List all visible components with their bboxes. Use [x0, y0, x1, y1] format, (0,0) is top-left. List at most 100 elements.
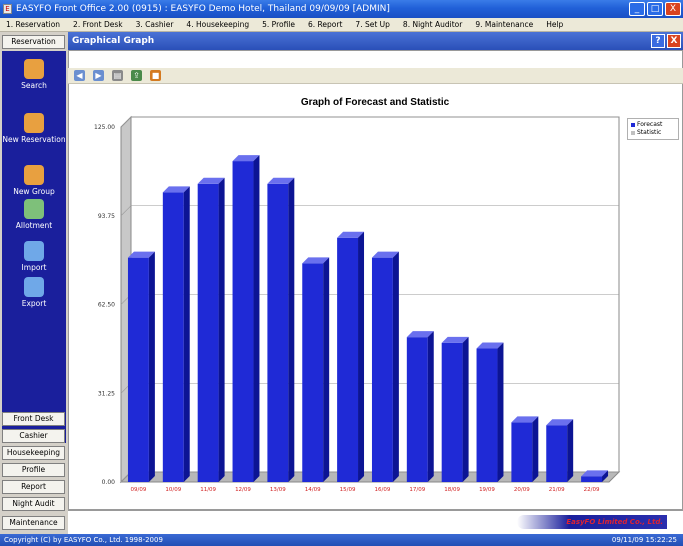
sidebar-button-maintenance[interactable]: Maintenance — [2, 516, 65, 530]
back-icon[interactable]: ◀ — [74, 70, 85, 81]
x-tick-label: 19/09 — [479, 487, 495, 493]
sidebar-item-label: Import — [21, 263, 47, 272]
export-icon — [24, 277, 44, 297]
x-tick-label: 18/09 — [444, 487, 460, 493]
bar — [546, 425, 568, 482]
menu-housekeeping[interactable]: 4. Housekeeping — [186, 20, 249, 29]
group-icon — [24, 165, 44, 185]
menu-setup[interactable]: 7. Set Up — [355, 20, 390, 29]
sidebar-reservation-button[interactable]: Reservation — [2, 35, 65, 49]
minimize-button[interactable]: _ — [629, 2, 645, 16]
x-tick-label: 22/09 — [584, 487, 600, 493]
close-icon[interactable]: ■ — [150, 70, 161, 81]
sidebar-item-export[interactable]: Export — [2, 277, 66, 309]
y-tick-label: 125.00 — [94, 124, 115, 131]
legend-swatch — [631, 131, 635, 135]
x-tick-label: 21/09 — [549, 487, 565, 493]
bar-side — [567, 419, 574, 482]
chart-area: Graph of Forecast and Statistic 0.00 31.2… — [69, 85, 681, 509]
export-icon[interactable]: ⇪ — [131, 70, 142, 81]
sidebar-item-label: New Group — [13, 187, 55, 196]
sidebar-item-search[interactable]: Search — [2, 59, 66, 91]
sidebar-button-profile[interactable]: Profile — [2, 463, 65, 477]
sidebar-button-cashier[interactable]: Cashier — [2, 429, 65, 443]
sidebar-item-label: Allotment — [15, 221, 53, 230]
bottom-panel: EasyFO Limited Co., Ltd. — [68, 510, 683, 534]
forward-icon[interactable]: ▶ — [93, 70, 104, 81]
y-tick-label: 31.25 — [98, 390, 115, 397]
window-title: EASYFO Front Office 2.00 (0915) : EASYFO… — [16, 4, 390, 14]
legend-item-statistic: Statistic — [631, 129, 675, 137]
bar — [232, 161, 254, 482]
bar — [371, 257, 393, 482]
menu-front-desk[interactable]: 2. Front Desk — [73, 20, 123, 29]
bar-side — [253, 155, 260, 482]
bar-side — [358, 231, 365, 482]
bar-side — [183, 186, 190, 482]
bar — [441, 342, 463, 482]
menu-reservation[interactable]: 1. Reservation — [6, 20, 60, 29]
legend-label: Statistic — [637, 129, 662, 136]
sidebar-button-night-audit[interactable]: Night Audit — [2, 497, 65, 511]
x-tick-label: 09/09 — [130, 487, 146, 493]
y-tick-label: 93.75 — [98, 213, 115, 220]
legend-item-forecast: Forecast — [631, 121, 675, 129]
copyright-text: Copyright (C) by EASYFO Co., Ltd. 1998-2… — [4, 536, 163, 544]
chart-toolbar: ◀ ▶ ▤ ⇪ ■ — [68, 68, 683, 84]
x-tick-label: 16/09 — [374, 487, 390, 493]
sidebar-button-report[interactable]: Report — [2, 480, 65, 494]
sidebar-item-label: Search — [21, 81, 47, 90]
y-tick-label: 0.00 — [102, 479, 116, 486]
window-controls: _ □ X — [629, 2, 681, 16]
menu-help[interactable]: Help — [546, 20, 563, 29]
person-add-icon — [24, 113, 44, 133]
bar-side — [392, 251, 399, 482]
panel-title: Graphical Graph — [72, 36, 155, 46]
bar-side — [462, 336, 469, 482]
chart-svg: 0.00 31.25 62.50 93.75 125.00 09/09 10/09 11/09… — [94, 115, 621, 493]
menu-profile[interactable]: 5. Profile — [262, 20, 295, 29]
sidebar-item-new-group[interactable]: New Group — [2, 165, 66, 197]
y-tick-label: 62.50 — [98, 302, 115, 309]
sidebar-item-allotment[interactable]: Allotment — [2, 199, 66, 231]
sidebar-item-new-reservation[interactable]: New Reservation — [2, 113, 66, 145]
panel-header: Graphical Graph ? X — [68, 32, 683, 50]
print-icon[interactable]: ▤ — [112, 70, 123, 81]
bar-side — [497, 342, 504, 482]
maximize-button[interactable]: □ — [647, 2, 663, 16]
bar-side — [532, 416, 539, 482]
x-tick-label: 12/09 — [235, 487, 251, 493]
x-tick-label: 15/09 — [340, 487, 356, 493]
x-tick-label: 10/09 — [165, 487, 181, 493]
bar — [337, 237, 359, 482]
menu-maintenance[interactable]: 9. Maintenance — [475, 20, 533, 29]
bar — [406, 337, 428, 482]
sidebar-button-front-desk[interactable]: Front Desk — [2, 412, 65, 426]
menu-night-auditor[interactable]: 8. Night Auditor — [403, 20, 462, 29]
panel-controls: ? X — [651, 34, 681, 48]
chart-floor — [119, 471, 621, 483]
x-tick-label: 17/09 — [409, 487, 425, 493]
import-icon — [24, 241, 44, 261]
company-logo: EasyFO Limited Co., Ltd. — [517, 515, 667, 529]
datetime-text: 09/11/09 15:22:25 — [611, 536, 677, 544]
bar-side — [323, 257, 330, 482]
bar — [127, 257, 149, 482]
status-bar: Copyright (C) by EASYFO Co., Ltd. 1998-2… — [0, 534, 683, 546]
close-button[interactable]: X — [665, 2, 681, 16]
sidebar-button-housekeeping[interactable]: Housekeeping — [2, 446, 65, 460]
sidebar: Reservation Search New Reservation New G… — [0, 32, 68, 546]
app-icon: E — [3, 4, 12, 14]
sidebar-item-label: New Reservation — [2, 135, 66, 144]
bar — [162, 192, 184, 482]
x-tick-label: 11/09 — [200, 487, 216, 493]
menu-bar: 1. Reservation 2. Front Desk 3. Cashier … — [0, 18, 683, 32]
help-button[interactable]: ? — [651, 34, 665, 48]
bar — [267, 183, 289, 483]
x-tick-label: 20/09 — [514, 487, 530, 493]
panel-close-button[interactable]: X — [667, 34, 681, 48]
sidebar-item-import[interactable]: Import — [2, 241, 66, 273]
menu-cashier[interactable]: 3. Cashier — [136, 20, 174, 29]
menu-report[interactable]: 6. Report — [308, 20, 342, 29]
bar — [302, 263, 324, 482]
